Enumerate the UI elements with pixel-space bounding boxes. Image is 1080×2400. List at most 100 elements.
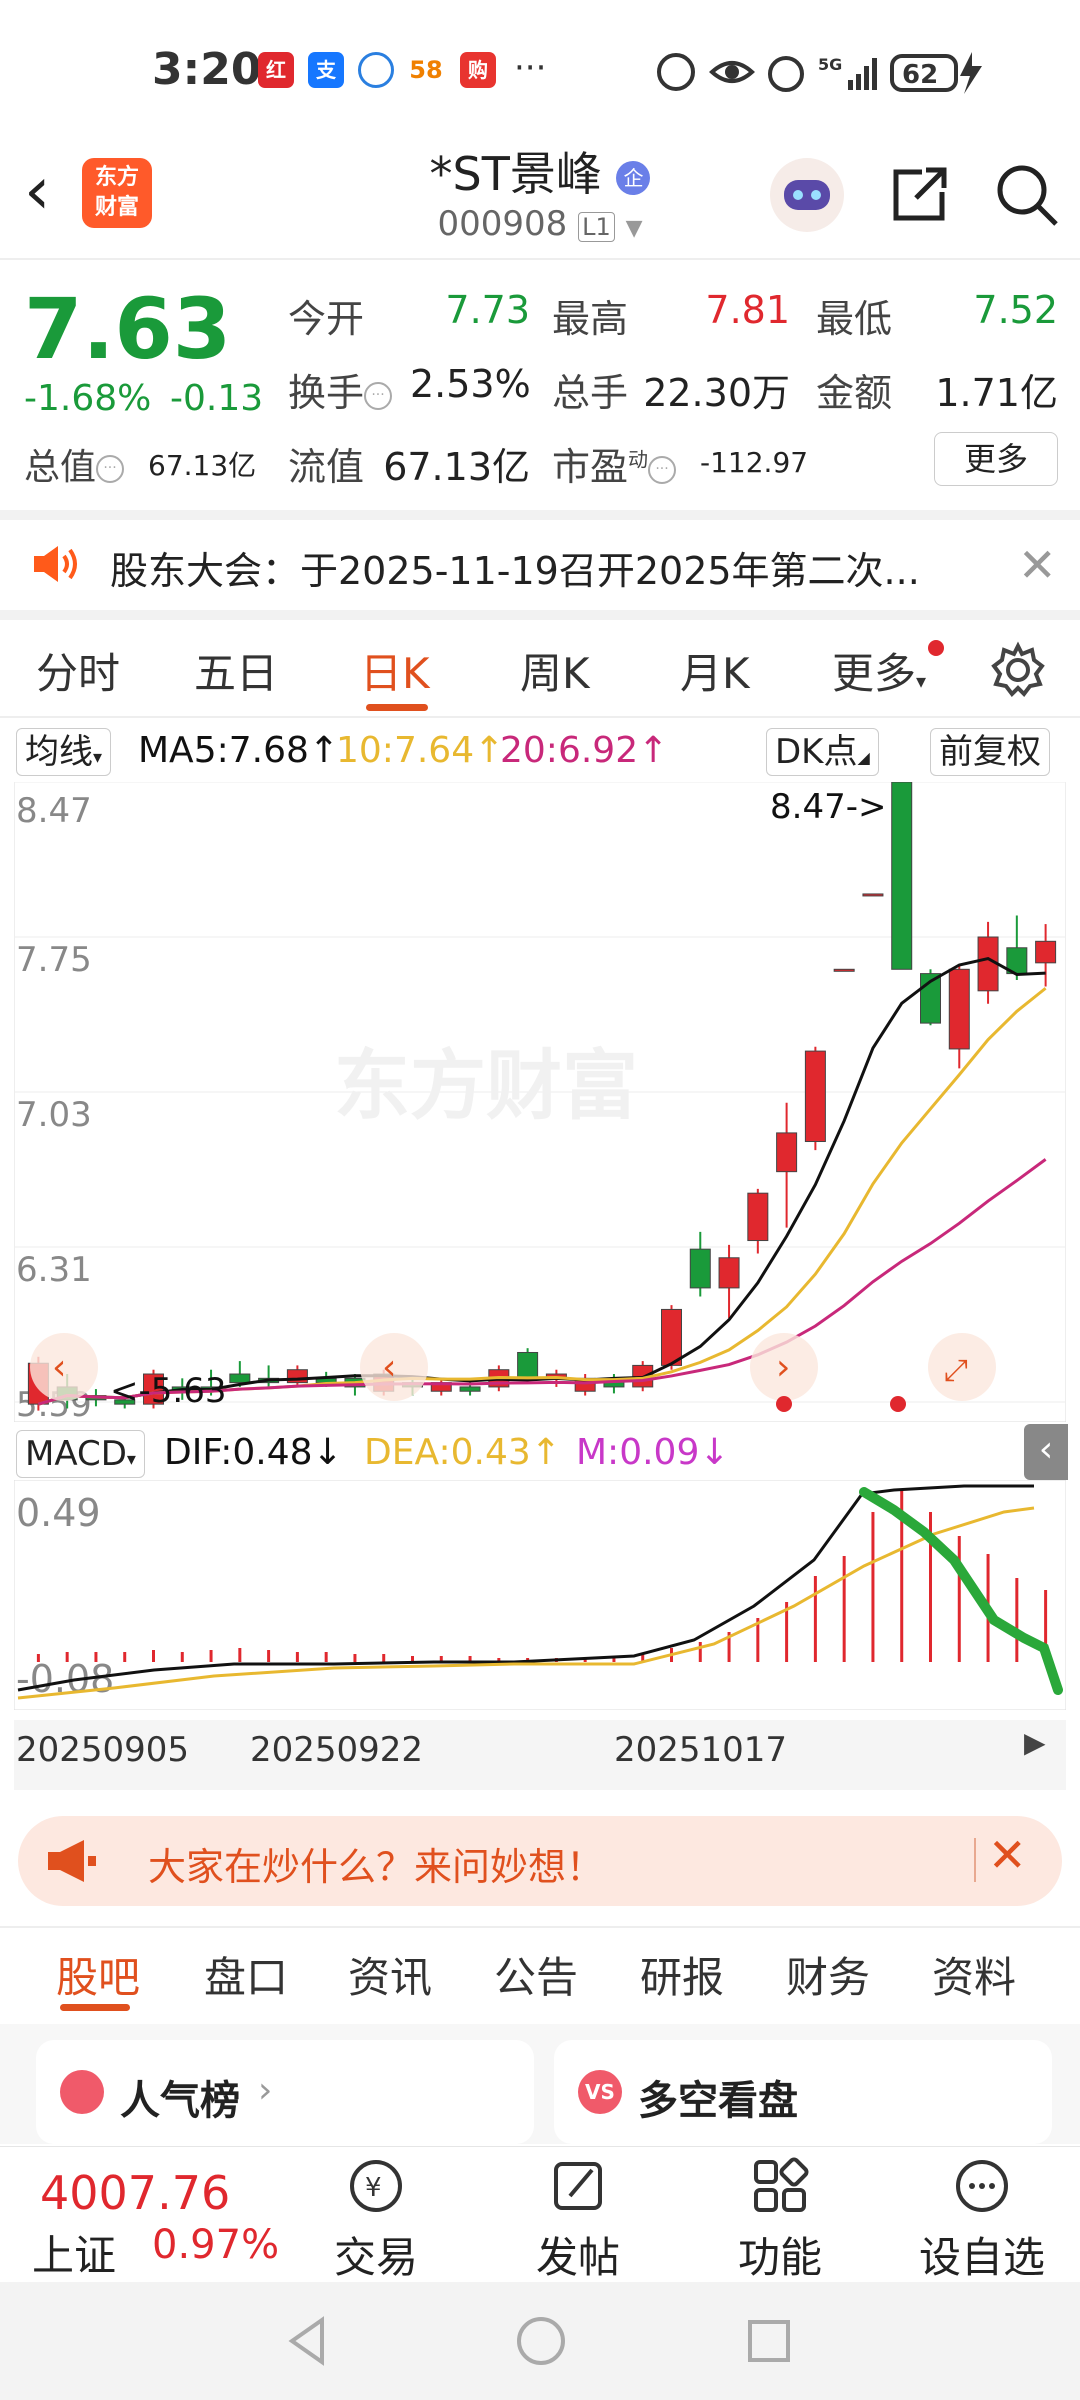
banner-close-button[interactable]: ✕	[988, 1828, 1027, 1882]
index-change[interactable]: 0.97%	[152, 2222, 279, 2268]
collapse-panel-button[interactable]: ‹	[1024, 1424, 1068, 1480]
change-amount: -0.13	[170, 378, 264, 419]
chart-bar-icon	[60, 2070, 104, 2114]
candle	[459, 1386, 481, 1392]
active-tab-indicator	[60, 2004, 130, 2011]
tab-monthly-k[interactable]: 月K	[680, 640, 750, 701]
candle	[718, 1257, 740, 1289]
level-badge: L1	[578, 212, 615, 242]
more-circle-icon	[956, 2160, 1008, 2212]
ma10-value: 10:7.64↑	[336, 730, 505, 771]
tab-profile[interactable]: 资料	[932, 1944, 1016, 2005]
tab-guba[interactable]: 股吧	[56, 1944, 140, 2005]
nav-add-watchlist[interactable]: 设自选	[912, 2156, 1052, 2285]
nav-post[interactable]: 发帖	[508, 2156, 648, 2285]
scroll-left-icon[interactable]: ‹	[52, 1347, 66, 1388]
chevron-down-icon: ▾	[93, 747, 103, 768]
dk-point-button[interactable]: DK点◢	[766, 728, 879, 776]
search-icon[interactable]	[990, 158, 1064, 232]
scroll-left-icon[interactable]: ‹	[382, 1347, 396, 1388]
chat-icon	[358, 52, 394, 88]
macd-select[interactable]: MACD▾	[16, 1430, 145, 1478]
divider	[0, 1926, 1080, 1928]
info-dots-icon[interactable]: ···	[648, 455, 677, 484]
info-dots-icon[interactable]: ···	[96, 455, 125, 483]
share-icon[interactable]	[882, 158, 956, 232]
system-home-icon[interactable]	[514, 2314, 568, 2368]
ai-assistant-icon[interactable]	[770, 158, 844, 232]
active-tab-indicator	[366, 704, 428, 711]
more-button[interactable]: 更多	[934, 432, 1058, 486]
y-tick-label: 7.03	[16, 1095, 92, 1135]
candle	[661, 1308, 682, 1366]
system-recents-icon[interactable]	[744, 2316, 794, 2366]
trade-icon: ¥	[350, 2160, 402, 2212]
volume-label: 总手	[552, 371, 629, 415]
tab-announcements[interactable]: 公告	[494, 1944, 578, 2005]
banner-text[interactable]: 大家在炒什么？来问妙想！	[148, 1836, 604, 1891]
candle	[1035, 940, 1057, 964]
versus-icon: VS	[578, 2070, 622, 2114]
index-name[interactable]: 上证	[32, 2222, 116, 2283]
low-value: 7.52	[973, 288, 1058, 332]
app-58-icon: 58	[408, 52, 444, 88]
macd-ytick-top: 0.49	[16, 1491, 101, 1535]
candle	[517, 1351, 539, 1379]
divider	[974, 1838, 976, 1882]
k-line-chart[interactable]: 东方财富 8.477.757.036.315.59 8.47-> <-5.63 …	[14, 782, 1066, 1422]
indicator-type-select[interactable]: 均线▾	[16, 728, 112, 776]
current-price: 7.63	[24, 280, 232, 378]
info-dots-icon[interactable]: ···	[364, 381, 393, 410]
system-back-icon[interactable]	[282, 2314, 332, 2368]
open-value: 7.73	[445, 288, 530, 332]
chevron-down-icon: ▾	[126, 1449, 136, 1470]
tab-order-book[interactable]: 盘口	[204, 1944, 288, 2005]
date-label: 20250922	[250, 1730, 424, 1770]
tab-intraday[interactable]: 分时	[36, 640, 120, 701]
tab-daily-k[interactable]: 日K	[360, 640, 430, 701]
shopping-app-icon: 购	[460, 52, 496, 88]
market-cap-value: 67.13亿	[148, 449, 257, 482]
tab-research[interactable]: 研报	[640, 1944, 724, 2005]
settings-gear-icon[interactable]	[988, 640, 1048, 700]
y-tick-label: 6.31	[16, 1250, 92, 1290]
bull-bear-card[interactable]: VS 多空看盘	[554, 2040, 1052, 2144]
tab-weekly-k[interactable]: 周K	[520, 640, 590, 701]
nav-functions[interactable]: 功能	[710, 2156, 850, 2285]
popularity-card[interactable]: 人气榜 ›	[36, 2040, 534, 2144]
low-label: 最低	[816, 297, 893, 341]
tab-news[interactable]: 资讯	[348, 1944, 432, 2005]
macd-type-label: MACD	[25, 1434, 127, 1474]
adjust-mode-button[interactable]: 前复权	[930, 728, 1050, 776]
notice-close-button[interactable]: ✕	[1018, 538, 1057, 592]
date-label: 20251017	[614, 1730, 788, 1770]
nav-add-watchlist-label: 设自选	[918, 2233, 1045, 2282]
pe-value: -112.97	[700, 446, 809, 479]
notice-text[interactable]: 股东大会：于2025-11-19召开2025年第二次...	[110, 540, 920, 595]
dif-value: DIF:0.48↓	[164, 1432, 343, 1473]
ma5-text: MA5:7.68	[138, 730, 309, 771]
nav-trade-label: 交易	[333, 2233, 418, 2282]
ma20-text: 20:6.92	[500, 730, 639, 771]
fullscreen-icon[interactable]: ⤢	[944, 1353, 968, 1388]
nav-trade[interactable]: ¥ 交易	[306, 2156, 446, 2285]
scroll-right-icon[interactable]: ›	[776, 1347, 790, 1388]
chevron-down-icon: ▼	[625, 216, 643, 241]
macd-chart[interactable]: 0.49 -0.08	[14, 1480, 1066, 1710]
speaker-icon	[34, 546, 77, 582]
nav-post-label: 发帖	[535, 2233, 620, 2282]
tab-five-day[interactable]: 五日	[194, 640, 278, 701]
candle	[776, 1132, 798, 1173]
dif-text: DIF:0.48	[164, 1432, 313, 1473]
svg-text:¥: ¥	[365, 2173, 382, 2203]
grid-icon	[754, 2157, 809, 2212]
system-navigation-bar	[0, 2282, 1080, 2400]
tab-financials[interactable]: 财务	[786, 1944, 870, 2005]
system-status-icons: 5G 62	[657, 52, 982, 94]
index-value[interactable]: 4007.76	[40, 2166, 230, 2220]
pe-superscript: 动	[628, 447, 649, 472]
dk-point-label: DK点	[775, 732, 858, 772]
play-icon[interactable]: ▶	[1024, 1726, 1060, 1762]
tab-more[interactable]: 更多▾	[832, 640, 926, 701]
candle	[747, 1192, 769, 1242]
